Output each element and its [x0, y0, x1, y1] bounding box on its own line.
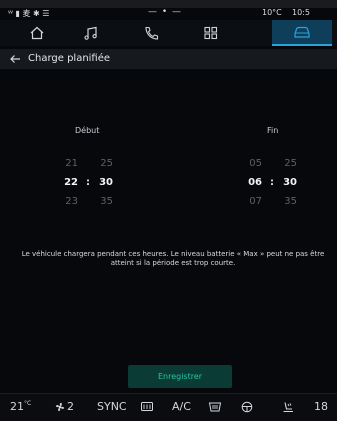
start-hour-prev[interactable]: 21: [60, 158, 78, 169]
screen: ᵂ ▮ ⻨ ✱ ☰ — • — 10°C 10:5 Charge planifi…: [0, 0, 337, 421]
info-line-1: Le véhicule chargera pendant ces heures.…: [21, 250, 325, 258]
save-button[interactable]: Enregistrer: [128, 365, 232, 388]
end-hour-next[interactable]: 07: [244, 196, 262, 207]
car-icon: [294, 26, 310, 38]
start-minute[interactable]: 30: [95, 177, 113, 188]
start-label: Début: [75, 126, 100, 135]
nav-music[interactable]: [64, 20, 118, 46]
start-minute-next[interactable]: 35: [95, 196, 113, 207]
start-hour-next[interactable]: 23: [60, 196, 78, 207]
status-icons: ᵂ ▮ ⻨ ✱ ☰: [8, 9, 50, 18]
left-temperature-unit: °C: [24, 400, 32, 407]
nav-apps[interactable]: [184, 20, 238, 46]
page-header: Charge planifiée: [0, 49, 337, 69]
apps-icon: [204, 26, 218, 40]
left-temperature-value: 21: [10, 400, 24, 413]
save-button-label: Enregistrer: [157, 372, 203, 381]
charge-info-text: Le véhicule chargera pendant ces heures.…: [14, 250, 332, 268]
nav-vehicle[interactable]: [272, 20, 332, 46]
home-icon: [30, 26, 44, 40]
fan-level[interactable]: 2: [67, 400, 74, 413]
status-center: — • —: [148, 7, 183, 17]
end-hour-prev[interactable]: 05: [244, 158, 262, 169]
heated-seat-icon[interactable]: [281, 401, 295, 413]
outside-temperature: 10°C: [262, 8, 282, 17]
music-icon: [84, 26, 97, 40]
end-label: Fin: [267, 126, 279, 135]
phone-icon: [145, 26, 159, 40]
ac-button[interactable]: A/C: [172, 400, 191, 413]
top-nav: [0, 20, 337, 46]
page-title: Charge planifiée: [28, 53, 111, 64]
end-minute-prev[interactable]: 25: [279, 158, 297, 169]
info-line-2: atteint si la période est trop courte.: [110, 259, 236, 267]
end-minute[interactable]: 30: [279, 177, 297, 188]
clock: 10:5: [292, 8, 310, 17]
front-defrost-icon[interactable]: [208, 401, 222, 413]
status-bar: ᵂ ▮ ⻨ ✱ ☰ — • — 10°C 10:5: [0, 7, 337, 20]
back-arrow-icon[interactable]: [8, 52, 22, 66]
start-hour[interactable]: 22: [60, 177, 78, 188]
climate-bar: 21°C 2 SYNC A/C 18: [0, 393, 337, 421]
end-minute-next[interactable]: 35: [279, 196, 297, 207]
end-hour[interactable]: 06: [244, 177, 262, 188]
steering-wheel-heat-icon[interactable]: [240, 401, 254, 413]
start-minute-prev[interactable]: 25: [95, 158, 113, 169]
rear-defrost-icon[interactable]: [140, 401, 154, 413]
sync-button[interactable]: SYNC: [97, 400, 127, 413]
start-separator: :: [86, 177, 90, 188]
end-separator: :: [270, 177, 274, 188]
fan-icon[interactable]: [54, 401, 66, 413]
nav-phone[interactable]: [124, 20, 178, 46]
right-temperature[interactable]: 18: [314, 400, 328, 413]
nav-home[interactable]: [10, 20, 64, 46]
status-indicators: ᵂ ▮ ⻨ ✱ ☰: [8, 8, 49, 19]
left-temperature[interactable]: 21°C: [10, 400, 31, 413]
